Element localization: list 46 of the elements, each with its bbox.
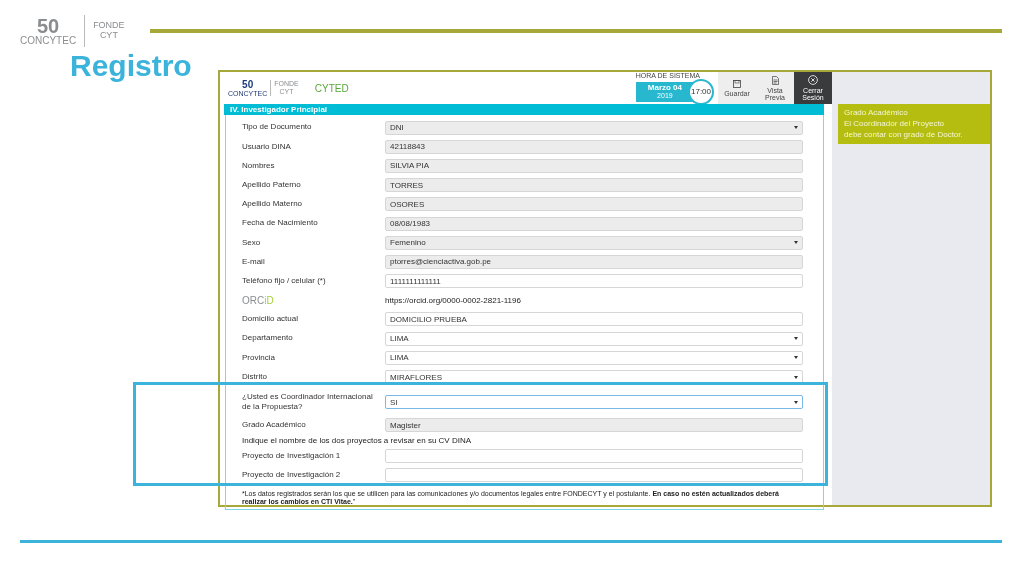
logo-number: 50	[242, 79, 254, 90]
field-label: Sexo	[242, 237, 262, 248]
logo-name: CONCYTEC	[20, 36, 77, 46]
close-icon	[808, 75, 818, 85]
field-label: Distrito	[242, 371, 268, 383]
logo-fund-text: FONDE	[93, 21, 125, 31]
time-badge: 17:00	[688, 78, 714, 105]
field-label: Provincia	[242, 352, 276, 364]
field-label: Usuario DINA	[242, 141, 292, 152]
field-label: Fecha de Nacimiento	[242, 218, 319, 229]
field-label: Teléfono fijo / celular (*)	[242, 275, 327, 287]
instruction-text: Indique el nombre de los dos proyectos a revisar en su CV DINA	[242, 436, 471, 446]
section-header: IV. Investigador Principial	[224, 104, 824, 115]
input-field[interactable]	[385, 449, 803, 464]
field-label: Domicilio actual	[242, 314, 300, 325]
field-label: E-mail	[242, 256, 266, 268]
input-field[interactable]	[385, 468, 803, 483]
dropdown[interactable]: SI	[385, 395, 803, 409]
logo-number: 50	[36, 16, 60, 36]
caret-icon	[794, 337, 798, 341]
input-field[interactable]: 1111111111111	[385, 274, 803, 289]
save-icon	[733, 79, 741, 88]
field-label: Proyecto de Investigación 1	[242, 451, 342, 462]
dropdown[interactable]: LIMA	[385, 331, 803, 346]
document-icon	[771, 75, 779, 85]
field-label: Tipo de Documento	[242, 122, 313, 133]
caret-icon	[794, 241, 798, 245]
caret-icon	[794, 400, 798, 404]
field-label: Proyecto de Investigación 2	[242, 470, 342, 481]
dropdown[interactable]: LIMA	[385, 350, 803, 365]
slide-title: Registro	[70, 49, 192, 83]
field-label: Grado Académico	[242, 419, 307, 431]
orcid-link[interactable]: https://orcid.org/0000-0002-2821-1196	[385, 295, 521, 305]
caret-icon	[794, 375, 798, 379]
caret-icon	[794, 126, 798, 130]
field-label: ¿Usted es Coordinador Internacional de la Propuesta?	[242, 391, 374, 413]
orcid-logo: ORCiD	[242, 294, 275, 306]
field-label: Nombres	[242, 160, 276, 172]
input-field[interactable]: DOMICILIO PRUEBA	[385, 312, 803, 327]
field-label: Apellido Paterno	[242, 179, 302, 191]
field-label: Apellido Materno	[242, 199, 304, 210]
caret-icon	[794, 356, 798, 360]
logo-fund-text: CYT	[99, 31, 118, 41]
field-label: Departamento	[242, 333, 294, 344]
tooltip: Grado Académico El Coordinador del Proyecto debe contar con grado de Doctor.	[838, 104, 990, 145]
partner-logo: CYTED	[314, 82, 349, 94]
